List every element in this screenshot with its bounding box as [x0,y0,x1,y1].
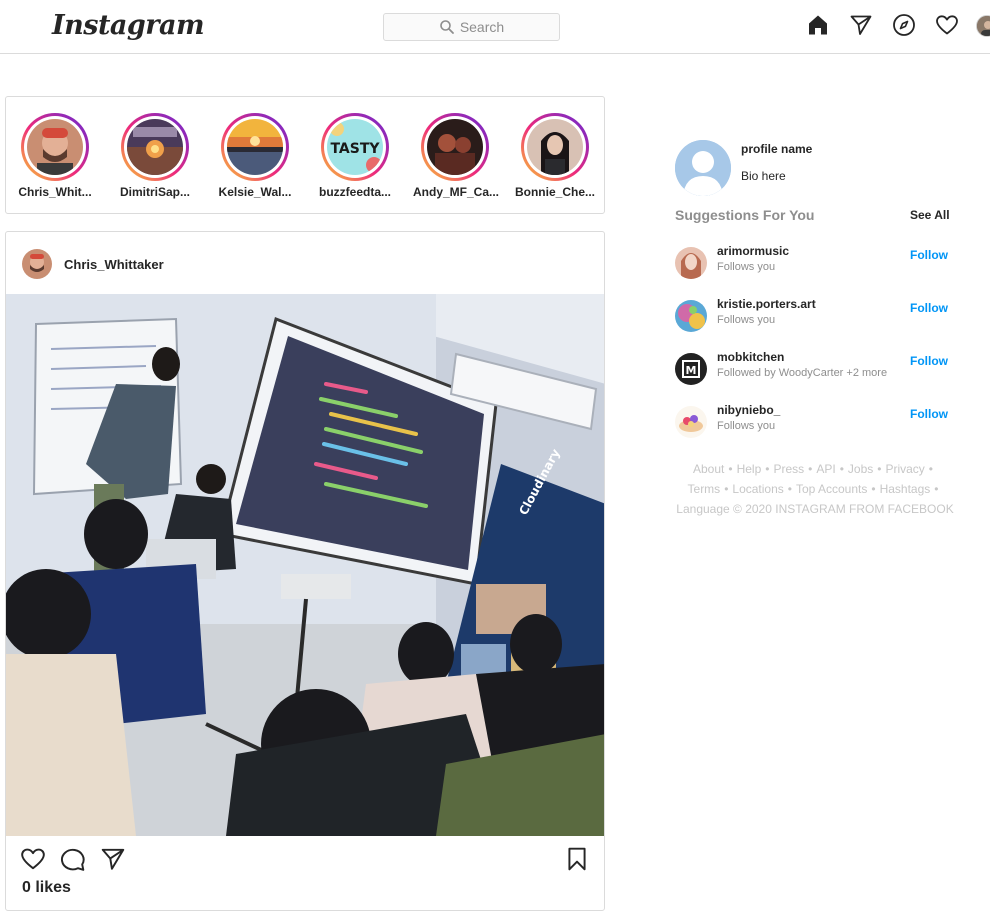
story-ring [521,113,589,181]
story-avatar [27,119,83,175]
story-avatar [427,119,483,175]
footer-link-about[interactable]: About [693,462,724,476]
story-username: DimitriSap... [119,185,190,199]
story-ring [121,113,189,181]
current-user-bio: Bio here [741,169,786,183]
nav-icons [806,13,959,37]
suggestion-reason: Follows you [717,261,776,273]
post-actions [20,846,126,872]
heart-icon[interactable] [935,13,959,37]
post-header: Chris_Whittaker [6,232,604,294]
story-avatar [127,119,183,175]
story-username: Kelsie_Wal... [218,185,292,199]
suggestion-avatar[interactable] [675,300,707,332]
story-item[interactable]: Bonnie_Che... [513,113,597,199]
svg-text:TASTY: TASTY [330,141,380,157]
suggestion-username[interactable]: mobkitchen [717,350,784,364]
story-avatar [527,119,583,175]
current-user-name[interactable]: profile name [741,142,812,156]
story-item[interactable]: Andy_MF_Ca... [413,113,500,199]
story-ring [221,113,289,181]
see-all-link[interactable]: See All [910,208,950,222]
suggestion-item: M mobkitchen Followed by WoodyCarter +2 … [675,349,955,389]
top-navigation-bar: Instagram Search [0,0,990,54]
svg-text:M: M [686,364,697,377]
copyright: © 2020 INSTAGRAM FROM FACEBOOK [733,502,954,516]
follow-button[interactable]: Follow [910,301,948,315]
instagram-logo[interactable]: Instagram [52,10,205,41]
suggestion-reason: Follows you [717,420,776,432]
suggestion-reason: Follows you [717,314,776,326]
post-author-username[interactable]: Chris_Whittaker [64,257,164,272]
footer-link-jobs[interactable]: Jobs [848,462,873,476]
footer-links: About • Help • Press • API • Jobs • Privacy • Terms… [676,462,954,516]
stories-tray: Chris_Whit... DimitriSap... Kelsie_Wal..… [5,96,605,214]
story-ring [421,113,489,181]
bookmark-icon [568,847,586,871]
suggestion-username[interactable]: arimormusic [717,244,789,258]
suggestion-username[interactable]: kristie.porters.art [717,297,816,311]
suggestion-avatar[interactable] [675,247,707,279]
footer-link-privacy[interactable]: Privacy [885,462,924,476]
footer-link-top-accounts[interactable]: Top Accounts [796,482,867,496]
post-photo[interactable]: Cloudinary [6,294,604,836]
footer-link-terms[interactable]: Terms [688,482,721,496]
follow-button[interactable]: Follow [910,407,948,421]
suggestions-heading: Suggestions For You [675,207,815,223]
current-user-avatar[interactable] [675,140,731,196]
story-avatar [227,119,283,175]
post-author-avatar[interactable] [22,249,52,279]
feed-post: Chris_Whittaker Cloudinary 0 likes [5,231,605,911]
story-item[interactable]: Kelsie_Wal... [213,113,297,199]
search-placeholder: Search [459,19,505,35]
save-post-button[interactable] [564,846,590,872]
comment-icon[interactable] [60,846,86,872]
profile-avatar[interactable] [976,15,990,37]
search-icon [440,20,454,34]
story-avatar: TASTY [327,119,383,175]
share-icon[interactable] [100,846,126,872]
likes-count[interactable]: 0 likes [22,879,71,897]
footer-link-hashtags[interactable]: Hashtags [880,482,931,496]
story-item[interactable]: Chris_Whit... [13,113,97,199]
suggestion-item: kristie.porters.art Follows you Follow [675,296,955,336]
story-item[interactable]: TASTY buzzfeedta... [313,113,397,199]
search-input[interactable]: Search [383,13,560,41]
story-ring [21,113,89,181]
suggestion-username[interactable]: nibyniebo_ [717,403,780,417]
like-icon[interactable] [20,846,46,872]
story-username: buzzfeedta... [318,185,391,199]
home-icon[interactable] [806,13,830,37]
follow-button[interactable]: Follow [910,248,948,262]
suggestion-avatar[interactable] [675,406,707,438]
explore-icon[interactable] [892,13,916,37]
footer-link-language[interactable]: Language [676,502,729,516]
suggestion-item: arimormusic Follows you Follow [675,243,955,283]
story-item[interactable]: DimitriSap... [113,113,197,199]
story-username: Bonnie_Che... [514,185,595,199]
story-username: Andy_MF_Ca... [413,185,500,199]
footer-link-locations[interactable]: Locations [732,482,783,496]
direct-icon[interactable] [849,13,873,37]
suggestion-avatar[interactable]: M [675,353,707,385]
footer-link-press[interactable]: Press [773,462,804,476]
footer-link-help[interactable]: Help [737,462,762,476]
suggestion-reason: Followed by WoodyCarter +2 more [717,367,888,379]
footer-link-api[interactable]: API [816,462,835,476]
story-ring: TASTY [321,113,389,181]
follow-button[interactable]: Follow [910,354,948,368]
story-username: Chris_Whit... [18,185,92,199]
suggestion-item: nibyniebo_ Follows you Follow [675,402,955,442]
